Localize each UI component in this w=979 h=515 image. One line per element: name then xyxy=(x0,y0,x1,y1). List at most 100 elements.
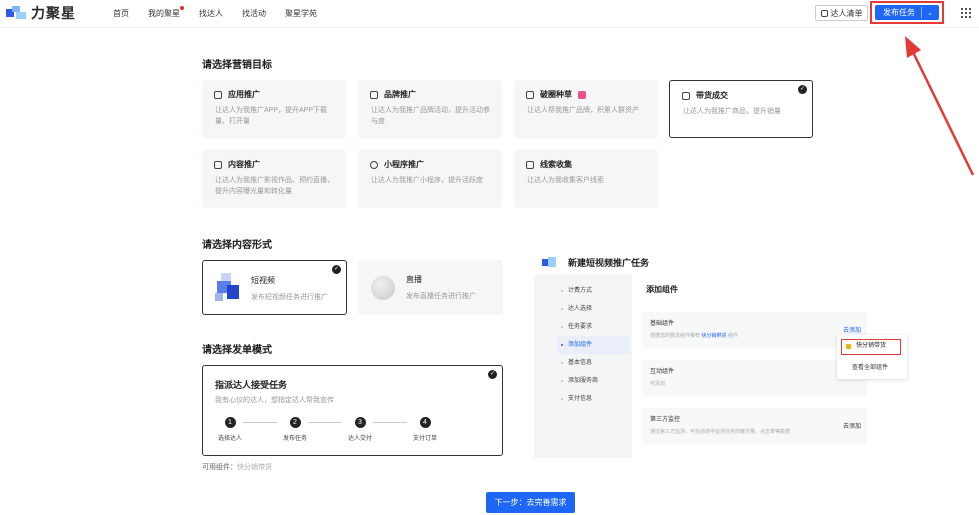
preview-section-basic: 基础组件 根据您的要求组件推荐 快分销带货 组件 去添加 xyxy=(642,312,867,348)
step-number: 3 xyxy=(354,417,366,428)
preview-component-popup: 快分销带货 查看全部组件 xyxy=(837,335,907,379)
top-bar: 力聚星 首页 我的聚星 找达人 找活动 聚星学苑 达人清单 发布任务 ⌄ xyxy=(0,0,979,28)
goal-card-title: 内容推广 xyxy=(228,160,260,169)
preview-sidebar-item: 支付信息 xyxy=(558,390,630,408)
notification-dot xyxy=(180,5,184,10)
preview-add-link: 去添加 xyxy=(842,424,861,430)
red-arrow-annotation xyxy=(905,36,975,176)
mode-card-desc: 我有心仪的达人，想指定达人帮我宣传 xyxy=(215,397,334,404)
content-card-short-video[interactable]: 短视频 发布短视频任务进行推广 ✓ xyxy=(202,260,347,315)
goal-card-content-promotion[interactable]: 内容推广 让达人为我推广影视作品、预约直播，提升内容曝光量和转化量 xyxy=(202,150,346,208)
goal-card-desc: 让达人为我收集客户线索 xyxy=(527,177,604,184)
preview-desc-link: 快分销带货 xyxy=(701,333,727,339)
goal-card-desc: 让达人为我推广品牌活动，提升活动参与度 xyxy=(371,107,490,125)
content-form-title: 请选择内容形式 xyxy=(202,240,272,251)
publish-task-button[interactable]: 发布任务 ⌄ xyxy=(875,5,939,20)
goal-card-desc: 让达人帮我推广品牌，积累人群资产 xyxy=(527,107,639,114)
next-step-button[interactable]: 下一步：去完善需求 xyxy=(486,492,575,513)
goal-card-seeding[interactable]: 破圈种草 让达人帮我推广品牌，积累人群资产 xyxy=(514,80,658,138)
preview-section-desc: 根据您的要求组件推荐 快分销带货 组件 xyxy=(650,332,859,339)
leads-icon xyxy=(526,160,534,169)
seedling-icon xyxy=(526,90,534,99)
preview-body: 计费方式 达人选择 任务要求 添加组件 基本信息 添加服务商 支付信息 添加组件… xyxy=(534,274,979,458)
preview-section-third-party: 第三方监控 通过第三方监测，可在动态中监测任务的曝光量、点击率等数据 去添加 xyxy=(642,408,867,444)
step-number: 4 xyxy=(419,417,431,428)
nav-my-juxing[interactable]: 我的聚星 xyxy=(148,5,184,19)
preview-desc-text: 根据您的要求组件推荐 xyxy=(650,333,701,339)
preview-section-desc: 可添加 xyxy=(650,381,666,387)
preview-panel: 新建短视频推广任务 计费方式 达人选择 任务要求 添加组件 基本信息 添加服务商… xyxy=(534,246,979,458)
preview-logo-icon xyxy=(542,256,556,269)
goal-card-lead-collection[interactable]: 线索收集 让达人为我收集客户线索 xyxy=(514,150,658,208)
goal-card-desc: 让达人为我推广商品，提升销量 xyxy=(683,108,781,115)
publish-highlight-box: 发布任务 ⌄ xyxy=(870,1,944,24)
preview-section-title: 互动组件 xyxy=(650,369,675,375)
live-thumbnail xyxy=(368,272,398,302)
content-card-desc: 发布短视频任务进行推广 xyxy=(251,294,328,301)
preview-main-title: 添加组件 xyxy=(646,285,678,294)
goal-card-title: 破圈种草 xyxy=(540,90,572,99)
preview-popup-option-highlighted: 快分销带货 xyxy=(841,339,901,355)
step-label: 支付订单 xyxy=(412,436,437,442)
goal-card-title: 品牌推广 xyxy=(384,90,416,99)
preview-sidebar-item: 达人选择 xyxy=(558,300,630,318)
logo-icon xyxy=(6,6,28,20)
check-icon: ✓ xyxy=(332,265,341,274)
mode-card-title: 指派达人接受任务 xyxy=(215,380,288,390)
preview-sidebar: 计费方式 达人选择 任务要求 添加组件 基本信息 添加服务商 支付信息 xyxy=(558,282,630,408)
nav-find-activity[interactable]: 找活动 xyxy=(242,8,266,19)
goal-card-miniprogram[interactable]: 小程序推广 让达人为我推广小程序，提升活跃度 xyxy=(358,150,502,208)
talent-list-button[interactable]: 达人清单 xyxy=(815,5,868,21)
preview-header: 新建短视频推广任务 xyxy=(542,256,649,269)
preview-sidebar-item: 添加服务商 xyxy=(558,372,630,390)
step-item: 2 发布任务 xyxy=(275,417,315,442)
preview-popup-option: 查看全部组件 xyxy=(852,365,889,371)
step-item: 3 达人交付 xyxy=(340,417,380,442)
nav-find-talent[interactable]: 找达人 xyxy=(199,8,223,19)
logo-text: 力聚星 xyxy=(31,5,76,21)
step-label: 达人交付 xyxy=(347,436,372,442)
goal-card-title: 带货成交 xyxy=(696,91,728,100)
mode-card-assign-talent[interactable]: 指派达人接受任务 我有心仪的达人，想指定达人帮我宣传 ✓ 1 选择达人 2 发布… xyxy=(202,365,503,456)
available-label: 可用组件： xyxy=(202,464,237,471)
content-card-live[interactable]: 直播 发布直播任务进行推广 xyxy=(358,260,503,315)
nav-home[interactable]: 首页 xyxy=(113,8,129,19)
step-item: 1 选择达人 xyxy=(210,417,250,442)
app-icon xyxy=(214,90,222,99)
available-value: 快分销带货 xyxy=(237,464,272,471)
step-number: 1 xyxy=(224,417,236,428)
new-badge-icon xyxy=(578,90,586,99)
short-video-thumbnail xyxy=(213,273,243,303)
mode-steps: 1 选择达人 2 发布任务 3 达人交付 4 支付订单 xyxy=(215,417,455,447)
goal-card-sales-conversion[interactable]: 带货成交 让达人为我推广商品，提升销量 ✓ xyxy=(669,80,813,138)
goal-card-desc: 让达人为我推广APP，提升APP下载量、打开量 xyxy=(215,107,328,125)
goal-card-app-promotion[interactable]: 应用推广 让达人为我推广APP，提升APP下载量、打开量 xyxy=(202,80,346,138)
goal-card-title: 小程序推广 xyxy=(384,160,424,169)
shopping-bag-icon xyxy=(682,91,690,100)
step-label: 发布任务 xyxy=(282,436,307,442)
crown-icon xyxy=(370,90,378,99)
step-item: 4 支付订单 xyxy=(405,417,445,442)
nav-my-juxing-label: 我的聚星 xyxy=(148,8,180,18)
preview-sidebar-item: 基本信息 xyxy=(558,354,630,372)
logo[interactable]: 力聚星 xyxy=(6,3,76,23)
preview-desc-text: 组件 xyxy=(727,333,738,339)
preview-sidebar-item: 任务要求 xyxy=(558,318,630,336)
apps-grid-icon[interactable] xyxy=(961,8,971,18)
content-card-title: 直播 xyxy=(406,275,422,284)
preview-title: 新建短视频推广任务 xyxy=(568,258,650,268)
check-icon: ✓ xyxy=(798,85,807,94)
preview-section-title: 基础组件 xyxy=(650,321,675,327)
play-icon xyxy=(214,160,222,169)
list-icon xyxy=(820,9,828,17)
goal-card-brand-promotion[interactable]: 品牌推广 让达人为我推广品牌活动，提升活动参与度 xyxy=(358,80,502,138)
marketing-goal-title: 请选择营销目标 xyxy=(202,60,272,71)
preview-section-interactive: 互动组件 可添加 xyxy=(642,360,867,396)
nav-academy[interactable]: 聚星学苑 xyxy=(285,8,317,19)
check-icon: ✓ xyxy=(488,370,497,379)
miniprogram-icon xyxy=(370,160,378,169)
preview-sidebar-item-active: 添加组件 xyxy=(558,336,630,354)
goal-card-desc: 让达人为我推广影视作品、预约直播，提升内容曝光量和转化量 xyxy=(215,177,334,195)
preview-sidebar-item: 计费方式 xyxy=(558,282,630,300)
chevron-down-icon[interactable]: ⌄ xyxy=(922,9,938,17)
